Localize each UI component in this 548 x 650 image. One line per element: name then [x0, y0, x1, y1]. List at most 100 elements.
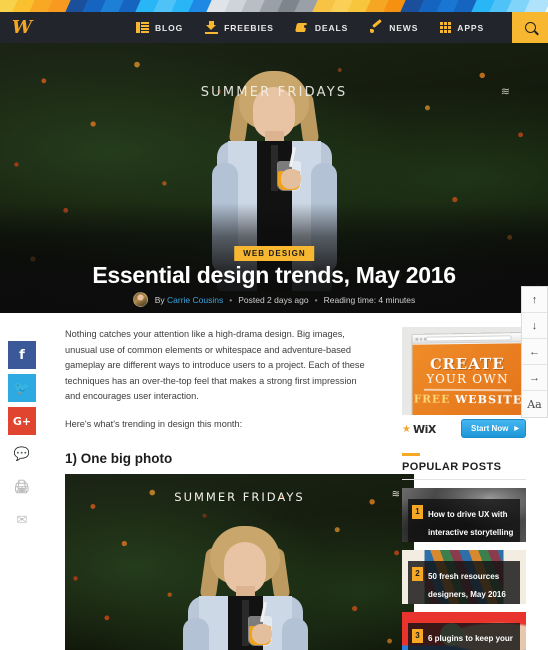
meta-separator-1: •	[229, 294, 233, 305]
logo-letter: W	[11, 16, 33, 38]
section-divider	[402, 478, 526, 480]
hero-photo-script-text: SUMMER FRIDAYS	[200, 85, 348, 100]
hero-section: SUMMER FRIDAYS ≋ WEB DESIGN Essential de…	[0, 43, 548, 313]
grid-icon	[440, 22, 452, 33]
scroll-up-button[interactable]: ↑	[522, 287, 547, 313]
share-rail: f 🐦 G+ 💬 🖨 ✉	[8, 341, 36, 539]
nav-item-freebies[interactable]: FREEBIES	[205, 21, 274, 34]
text-size-button[interactable]: Aa	[522, 391, 547, 417]
section-accent-bar	[402, 453, 420, 456]
ad-browser-mockup: CREATE YOUR OWN FREE WEBSITE	[411, 331, 526, 415]
scroll-down-button[interactable]: ↓	[522, 313, 547, 339]
twitter-icon: 🐦	[13, 380, 31, 396]
main-navbar: W BLOG FREEBIES DEALS NEWS APPS	[0, 12, 548, 43]
article-heading-1: 1) One big photo	[65, 451, 173, 466]
nav-item-deals[interactable]: DEALS	[296, 21, 348, 34]
right-sidebar: CREATE YOUR OWN FREE WEBSITE ★ WiX Start…	[402, 327, 526, 650]
nav-next-button[interactable]: →	[522, 365, 547, 391]
blog-lines-icon	[136, 21, 149, 34]
wix-logo[interactable]: ★ WiX	[402, 423, 436, 436]
wix-brand-label: WiX	[412, 423, 436, 436]
article-meta: By Carrie Cousins • Posted 2 days ago • …	[0, 292, 548, 307]
ad-divider	[424, 388, 512, 391]
site-logo[interactable]: W	[0, 12, 44, 43]
popular-post-item[interactable]: 1 How to drive UX with interactive story…	[402, 487, 526, 542]
popular-posts-heading: POPULAR POSTS	[402, 460, 502, 473]
inline-wave-glyph-icon: ≋	[391, 489, 400, 500]
nav-label-blog: BLOG	[155, 22, 184, 33]
rocket-icon	[370, 21, 383, 34]
tag-icon	[296, 21, 309, 34]
nav-menu: BLOG FREEBIES DEALS NEWS APPS	[136, 21, 484, 34]
wave-glyph-icon: ≋	[500, 86, 510, 98]
nav-item-apps[interactable]: APPS	[440, 22, 484, 33]
search-button[interactable]	[512, 12, 548, 43]
popular-post-title: 6 plugins to keep your WordPress site on…	[428, 633, 513, 643]
author-avatar	[132, 292, 148, 307]
wix-mark-icon: ★	[402, 423, 411, 435]
posted-date: Posted 2 days ago	[238, 294, 309, 305]
popular-post-item[interactable]: 2 50 fresh resources designers, May 2016	[402, 549, 526, 604]
nav-item-news[interactable]: NEWS	[370, 21, 418, 34]
category-badge[interactable]: WEB DESIGN	[234, 246, 314, 261]
popular-post-item[interactable]: 3 6 plugins to keep your WordPress site …	[402, 611, 526, 650]
popular-post-title: 50 fresh resources designers, May 2016	[428, 571, 506, 599]
article-paragraph-1: Nothing catches your attention like a hi…	[65, 329, 365, 401]
nav-label-apps: APPS	[457, 22, 485, 33]
chevron-right-icon: ▶	[514, 426, 519, 432]
popular-post-rank: 2	[412, 566, 423, 581]
nav-label-deals: DEALS	[314, 22, 349, 33]
popular-post-overlay: 1 How to drive UX with interactive story…	[408, 498, 520, 542]
decorative-stripe-bar	[0, 0, 548, 12]
search-icon	[524, 22, 536, 33]
byline-prefix: By	[154, 294, 165, 305]
article-paragraph-2: Here's what's trending in design this mo…	[65, 418, 243, 429]
arrow-right-icon: →	[529, 371, 540, 384]
popular-post-rank: 1	[412, 504, 423, 519]
email-icon: ✉	[16, 512, 28, 528]
share-twitter-button[interactable]: 🐦	[8, 374, 36, 402]
ad-line-3: FREE WEBSITE	[413, 393, 524, 407]
browser-viewport: W BLOG FREEBIES DEALS NEWS APPS SUMMER F…	[0, 0, 548, 650]
meta-separator-2: •	[314, 294, 318, 305]
popular-post-overlay: 3 6 plugins to keep your WordPress site …	[408, 622, 520, 650]
facebook-icon: f	[19, 347, 25, 363]
page-title: Essential design trends, May 2016	[92, 262, 456, 288]
print-icon: 🖨	[13, 479, 31, 495]
arrow-up-icon: ↑	[531, 293, 538, 306]
ad-window-dots-icon	[415, 337, 427, 341]
author-link[interactable]: Carrie Cousins	[167, 295, 223, 305]
ad-footer-row: ★ WiX Start Now ▶	[402, 419, 526, 441]
download-icon	[205, 21, 219, 34]
comment-button[interactable]: 💬	[8, 440, 36, 468]
popular-post-rank: 3	[412, 628, 423, 643]
print-button[interactable]: 🖨	[8, 473, 36, 501]
ad-line-3-highlight: FREE	[413, 392, 451, 406]
article-body: Nothing catches your attention like a hi…	[65, 327, 414, 650]
nav-label-news: NEWS	[389, 22, 419, 33]
popular-post-overlay: 2 50 fresh resources designers, May 2016	[408, 560, 520, 604]
advertisement-banner[interactable]: CREATE YOUR OWN FREE WEBSITE	[402, 327, 526, 415]
ad-line-2: YOUR OWN	[426, 371, 509, 387]
text-size-icon: Aa	[527, 397, 542, 411]
floating-toolbar: ↑ ↓ ← → Aa	[521, 286, 548, 418]
reading-time: Reading time: 4 minutes	[323, 294, 416, 305]
nav-label-freebies: FREEBIES	[224, 22, 274, 33]
start-now-button[interactable]: Start Now ▶	[461, 419, 526, 438]
share-googleplus-button[interactable]: G+	[8, 407, 36, 435]
ad-browser-chrome	[412, 333, 524, 344]
share-facebook-button[interactable]: f	[8, 341, 36, 369]
ad-line-3-rest: WEBSITE	[455, 392, 523, 407]
popular-post-title: How to drive UX with interactive storyte…	[428, 509, 514, 537]
stripe-segment	[524, 0, 548, 12]
nav-previous-button[interactable]: ←	[522, 339, 547, 365]
nav-item-blog[interactable]: BLOG	[136, 21, 183, 34]
comment-icon: 💬	[13, 446, 31, 462]
article-inline-photo: SUMMER FRIDAYS ≋ OLIVIA RAE JAMES	[65, 474, 414, 650]
start-now-label: Start Now	[471, 424, 509, 433]
arrow-left-icon: ←	[529, 345, 540, 358]
email-button[interactable]: ✉	[8, 506, 36, 534]
google-plus-icon: G+	[12, 414, 32, 428]
ad-line-1: CREATE	[430, 354, 505, 374]
inline-photo-subject	[170, 526, 310, 650]
